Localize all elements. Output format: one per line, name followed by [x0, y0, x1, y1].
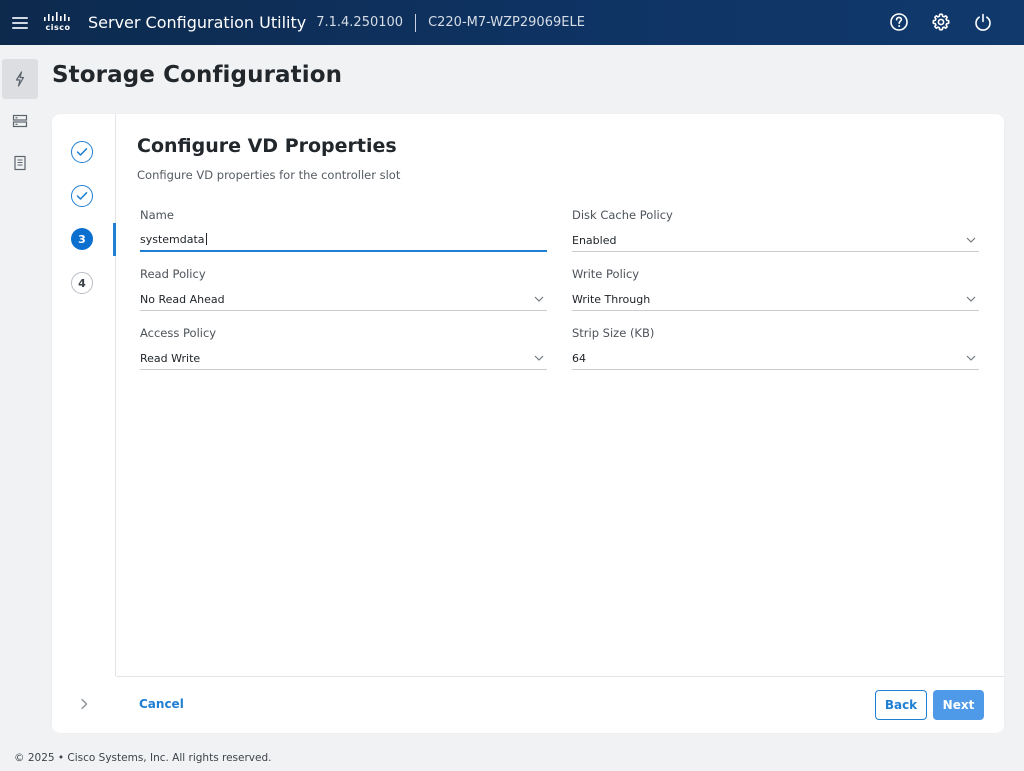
chevron-down-icon — [966, 237, 976, 243]
help-icon[interactable] — [888, 11, 910, 33]
app-title: Server Configuration Utility — [88, 13, 307, 32]
read-policy-label: Read Policy — [140, 267, 206, 281]
disk-cache-policy-field: Disk Cache Policy Enabled — [572, 208, 979, 252]
strip-size-select[interactable]: 64 — [572, 347, 979, 370]
disk-cache-policy-label: Disk Cache Policy — [572, 208, 673, 222]
step-subheading: Configure VD properties for the controll… — [137, 168, 401, 182]
chevron-right-icon[interactable] — [76, 696, 92, 712]
step-2-complete[interactable] — [71, 185, 93, 207]
read-policy-select[interactable]: No Read Ahead — [140, 288, 547, 311]
strip-size-label: Strip Size (KB) — [572, 326, 655, 340]
disk-cache-policy-select[interactable]: Enabled — [572, 229, 979, 252]
name-input-value: systemdata — [140, 233, 205, 246]
rail-item-server[interactable] — [2, 101, 38, 141]
name-field: Name systemdata — [140, 208, 547, 252]
step-1-complete[interactable] — [71, 141, 93, 163]
access-policy-field: Access Policy Read Write — [140, 326, 547, 370]
wizard-footer: Cancel Back Next — [116, 676, 1004, 733]
write-policy-label: Write Policy — [572, 267, 640, 281]
chevron-down-icon — [534, 296, 544, 302]
access-policy-select[interactable]: Read Write — [140, 347, 547, 370]
wizard-card: 3 4 Configure VD Properties Configure VD… — [52, 114, 1004, 733]
power-icon[interactable] — [972, 11, 994, 33]
check-icon — [76, 192, 88, 200]
app-version: 7.1.4.250100 — [316, 15, 404, 30]
strip-size-value: 64 — [572, 351, 586, 365]
step-3-current[interactable]: 3 — [71, 228, 93, 250]
rail-item-lightning[interactable] — [2, 59, 38, 99]
check-icon — [76, 148, 88, 156]
cisco-logo: cisco — [42, 11, 74, 34]
next-button[interactable]: Next — [933, 690, 984, 720]
server-hostname: C220-M7-WZP29069ELE — [428, 15, 585, 30]
rail-item-document[interactable] — [2, 143, 38, 183]
step-4-pending[interactable]: 4 — [71, 272, 93, 294]
strip-size-field: Strip Size (KB) 64 — [572, 326, 979, 370]
write-policy-field: Write Policy Write Through — [572, 267, 979, 311]
cisco-logo-text: cisco — [45, 22, 71, 32]
access-policy-value: Read Write — [140, 351, 201, 365]
title-separator — [415, 13, 417, 32]
disk-cache-policy-value: Enabled — [572, 233, 617, 247]
step-heading: Configure VD Properties — [137, 135, 397, 157]
cancel-button[interactable]: Cancel — [139, 697, 184, 711]
gear-icon[interactable] — [930, 11, 952, 33]
cisco-bridge-icon — [44, 11, 70, 21]
read-policy-value: No Read Ahead — [140, 292, 225, 306]
lightning-icon — [15, 71, 25, 87]
current-step-indicator — [113, 223, 116, 256]
write-policy-select[interactable]: Write Through — [572, 288, 979, 311]
copyright-text: © 2025 • Cisco Systems, Inc. All rights … — [14, 752, 272, 764]
server-icon — [12, 114, 28, 128]
hamburger-menu-icon[interactable] — [12, 16, 28, 29]
back-button[interactable]: Back — [875, 690, 927, 720]
chevron-down-icon — [966, 355, 976, 361]
name-label: Name — [140, 208, 174, 222]
chevron-down-icon — [534, 355, 544, 361]
top-bar: cisco Server Configuration Utility 7.1.4… — [0, 0, 1024, 45]
page-title: Storage Configuration — [52, 62, 343, 88]
top-bar-actions — [888, 11, 994, 33]
document-icon — [14, 155, 26, 171]
read-policy-field: Read Policy No Read Ahead — [140, 267, 547, 311]
name-input[interactable]: systemdata — [140, 229, 547, 252]
write-policy-value: Write Through — [572, 292, 651, 306]
left-nav-rail — [0, 45, 40, 745]
wizard-stepper: 3 4 — [52, 114, 116, 710]
chevron-down-icon — [966, 296, 976, 302]
access-policy-label: Access Policy — [140, 326, 217, 340]
